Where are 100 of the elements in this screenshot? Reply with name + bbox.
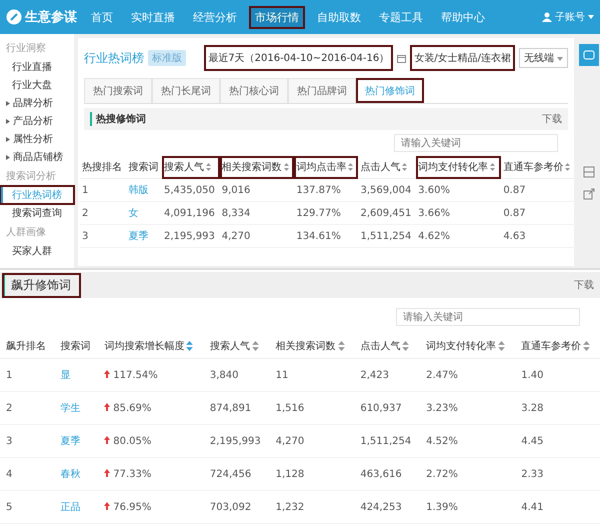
help-button[interactable] bbox=[579, 44, 599, 66]
expand-icon[interactable] bbox=[6, 100, 10, 106]
table-cell: 4,091,196 bbox=[162, 202, 220, 224]
sort-icon[interactable] bbox=[348, 163, 354, 172]
sidebar-group[interactable]: 商品店铺榜 bbox=[13, 148, 63, 166]
sort-icon[interactable] bbox=[206, 163, 211, 172]
category-select[interactable]: 女装/女士精品/连衣裙 bbox=[410, 45, 515, 71]
table-cell: 117.54% bbox=[98, 358, 204, 392]
table-cell: 1.40 bbox=[515, 358, 600, 392]
caret-icon[interactable] bbox=[557, 57, 563, 61]
table-cell: 4 bbox=[0, 458, 54, 490]
nav-item[interactable]: 市场行情 bbox=[249, 6, 305, 28]
share-icon[interactable] bbox=[583, 188, 595, 200]
sort-icon[interactable] bbox=[338, 341, 345, 352]
table-cell: 1,511,254 bbox=[354, 424, 420, 458]
table-cell: 134.61% bbox=[294, 224, 358, 248]
table-cell: 2,195,993 bbox=[162, 224, 220, 248]
column-header[interactable]: 搜索人气 bbox=[204, 334, 270, 358]
column-header[interactable]: 搜索人气 bbox=[162, 156, 220, 178]
table-cell: 8,334 bbox=[220, 202, 294, 224]
table-cell: 3.23% bbox=[420, 392, 516, 424]
table-cell: 4.52% bbox=[420, 424, 516, 458]
table-cell: 1 bbox=[80, 178, 126, 202]
grid-icon[interactable] bbox=[583, 166, 595, 178]
expand-icon[interactable] bbox=[6, 154, 10, 160]
sort-icon[interactable] bbox=[402, 163, 408, 172]
column-header[interactable]: 相关搜索词数 bbox=[270, 334, 354, 358]
table-cell: 424,253 bbox=[354, 490, 420, 524]
sort-icon[interactable] bbox=[565, 163, 570, 172]
download-link[interactable]: 下载 bbox=[542, 112, 562, 126]
up-arrow-icon bbox=[104, 468, 110, 476]
tab[interactable]: 热门品牌词 bbox=[288, 78, 356, 103]
sidebar-item[interactable]: 行业大盘 bbox=[0, 76, 74, 94]
search-field[interactable]: 请输入关键词 bbox=[394, 134, 558, 152]
table-cell: 1 bbox=[0, 358, 54, 392]
sidebar-group[interactable]: 属性分析 bbox=[13, 130, 53, 148]
sidebar-group[interactable]: 品牌分析 bbox=[13, 94, 53, 112]
table-cell: 5,435,050 bbox=[162, 178, 220, 202]
search-field[interactable]: 请输入关键词 bbox=[396, 308, 580, 326]
table-cell: 1,511,254 bbox=[358, 224, 416, 248]
table-cell: 137.87% bbox=[294, 178, 358, 202]
calendar-icon[interactable] bbox=[397, 54, 406, 62]
tab[interactable]: 热门搜索词 bbox=[84, 78, 152, 103]
column-header[interactable]: 搜索词 bbox=[126, 156, 162, 178]
sort-icon[interactable] bbox=[402, 341, 410, 352]
table-cell: 3.28 bbox=[515, 392, 600, 424]
tab[interactable]: 热门长尾词 bbox=[152, 78, 220, 103]
date-range[interactable]: 最近7天（2016-04-10~2016-04-16） bbox=[204, 45, 394, 71]
column-header[interactable]: 点击人气 bbox=[358, 156, 416, 178]
column-header[interactable]: 搜索词 bbox=[54, 334, 98, 358]
sort-icon[interactable] bbox=[186, 341, 194, 352]
table-cell: 463,616 bbox=[354, 458, 420, 490]
sort-icon[interactable] bbox=[284, 163, 289, 172]
table-cell: 77.33% bbox=[98, 458, 204, 490]
sort-icon[interactable] bbox=[498, 341, 506, 352]
column-header[interactable]: 词均搜索增长幅度 bbox=[98, 334, 204, 358]
table-cell: 80.05% bbox=[98, 424, 204, 458]
table-cell: 76.95% bbox=[98, 490, 204, 524]
section-title: 飙升修饰词 bbox=[2, 272, 81, 298]
table-cell: 11 bbox=[270, 358, 354, 392]
column-header[interactable]: 相关搜索词数 bbox=[220, 156, 294, 178]
table-cell: 1,516 bbox=[270, 392, 354, 424]
column-header[interactable]: 词均支付转化率 bbox=[416, 156, 502, 178]
download-link[interactable]: 下载 bbox=[574, 278, 594, 292]
logo-text: 生意参谋 bbox=[25, 8, 77, 26]
table-cell: 3.60% bbox=[416, 178, 502, 202]
table-cell: 703,092 bbox=[204, 490, 270, 524]
sidebar-item[interactable]: 搜索词查询 bbox=[0, 204, 74, 222]
sort-icon[interactable] bbox=[583, 341, 590, 352]
tab[interactable]: 热门核心词 bbox=[220, 78, 288, 103]
column-header[interactable]: 点击人气 bbox=[354, 334, 420, 358]
table-cell: 3 bbox=[0, 424, 54, 458]
expand-icon[interactable] bbox=[6, 136, 10, 142]
table-cell: 3 bbox=[80, 224, 126, 248]
table-cell: 129.77% bbox=[294, 202, 358, 224]
sort-icon[interactable] bbox=[490, 163, 496, 172]
expand-icon[interactable] bbox=[6, 118, 10, 124]
sidebar-heading: 搜索词分析 bbox=[5, 170, 57, 184]
device-select[interactable]: 无线端 bbox=[519, 48, 568, 68]
column-header[interactable]: 飙升排名 bbox=[0, 334, 54, 358]
table-cell: 5 bbox=[0, 490, 54, 524]
column-header[interactable]: 热搜排名 bbox=[80, 156, 126, 178]
caret-icon[interactable] bbox=[588, 15, 594, 19]
column-header[interactable]: 直通车参考价 bbox=[501, 156, 576, 178]
table-cell: 4,270 bbox=[270, 424, 354, 458]
table-cell: 9,016 bbox=[220, 178, 294, 202]
table-cell: 85.69% bbox=[98, 392, 204, 424]
sidebar-item[interactable]: 行业直播 bbox=[0, 58, 74, 76]
sort-icon[interactable] bbox=[252, 341, 259, 352]
page-title: 行业热词榜 bbox=[84, 50, 144, 66]
column-header[interactable]: 直通车参考价 bbox=[515, 334, 600, 358]
table-cell: 0.87 bbox=[501, 202, 576, 224]
sidebar-item[interactable]: 买家人群 bbox=[0, 242, 74, 260]
column-header[interactable]: 词均支付转化率 bbox=[420, 334, 516, 358]
table-cell: 2.72% bbox=[420, 458, 516, 490]
column-header[interactable]: 词均点击率 bbox=[294, 156, 358, 178]
table-cell: 3.66% bbox=[416, 202, 502, 224]
section-title: 热搜修饰词 bbox=[90, 112, 146, 126]
sidebar-group[interactable]: 产品分析 bbox=[13, 112, 53, 130]
table-cell: 2 bbox=[80, 202, 126, 224]
